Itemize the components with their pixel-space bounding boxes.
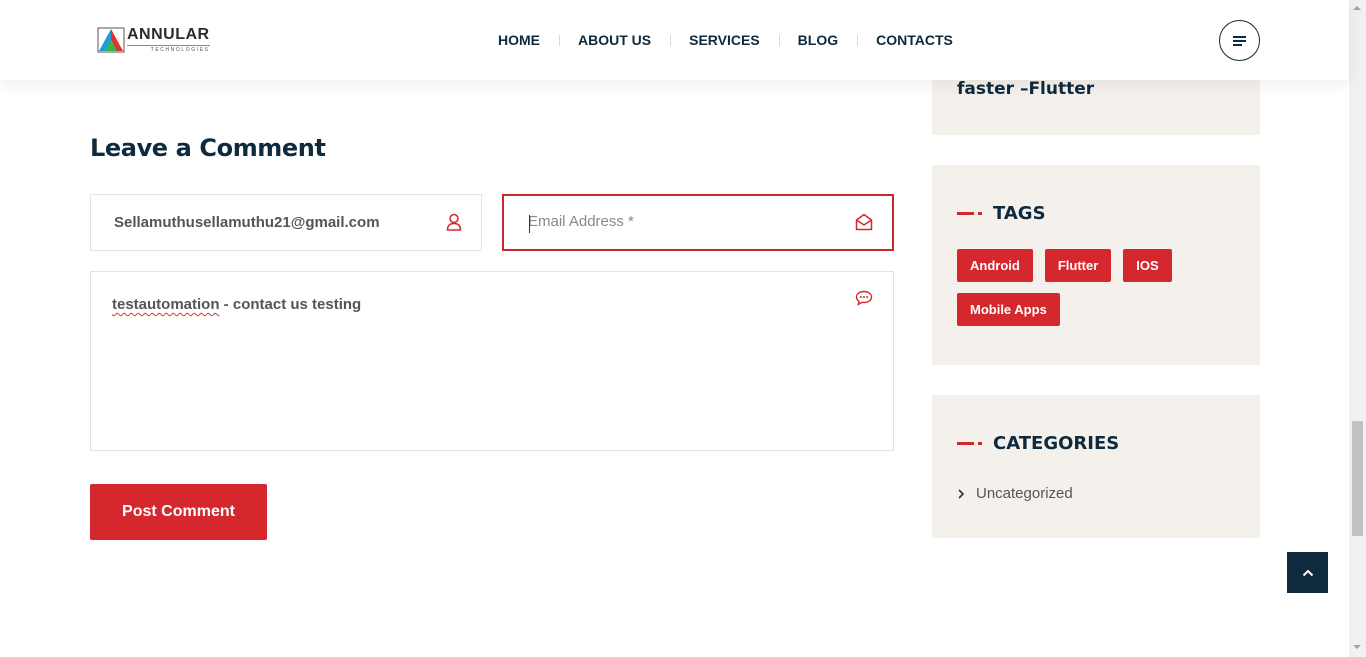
chevron-right-icon [958,488,965,499]
scroll-down-arrow-icon[interactable] [1353,645,1361,649]
categories-title-text: CATEGORIES [993,433,1120,454]
logo-subtitle: TECHNOLOGIES [127,45,210,53]
tags-widget: TAGS Android Flutter IOS Mobile Apps [932,165,1260,365]
logo-name: ANNULAR [127,26,210,43]
menu-button[interactable] [1219,20,1260,61]
tag-android[interactable]: Android [957,249,1033,282]
chevron-up-icon [1302,569,1313,576]
categories-title: CATEGORIES [957,433,1119,454]
title-dash-icon [957,442,982,445]
categories-widget: CATEGORIES Uncategorized [932,395,1260,538]
nav-home[interactable]: HOME [479,30,559,50]
page-scrollbar[interactable] [1349,0,1366,657]
message-textarea[interactable]: testautomation - contact us testing [112,296,361,313]
logo-icon [97,27,125,53]
hamburger-icon [1232,35,1246,46]
tag-flutter[interactable]: Flutter [1044,249,1112,282]
site-logo[interactable]: ANNULAR TECHNOLOGIES [97,26,210,54]
tag-mobile-apps[interactable]: Mobile Apps [957,293,1060,326]
category-label: Uncategorized [976,485,1073,502]
chat-bubble-icon [855,290,873,306]
nav-about-us[interactable]: ABOUT US [559,30,670,50]
email-input[interactable] [528,195,848,248]
category-item[interactable]: Uncategorized [957,485,1073,502]
name-field[interactable] [90,194,482,251]
message-field[interactable]: testautomation - contact us testing [90,271,894,451]
misspelled-word: testautomation [112,296,220,313]
tags-title: TAGS [957,203,1046,224]
email-field[interactable] [502,194,894,251]
nav-blog[interactable]: BLOG [778,30,857,50]
tag-list: Android Flutter IOS Mobile Apps [957,249,1247,326]
site-header: ANNULAR TECHNOLOGIES HOME ABOUT US SERVI… [0,0,1349,80]
nav-contacts[interactable]: CONTACTS [857,30,972,50]
leave-comment-title: Leave a Comment [90,134,326,162]
tags-title-text: TAGS [993,203,1046,224]
main-nav: HOME ABOUT US SERVICES BLOG CONTACTS [479,30,972,50]
post-comment-button[interactable]: Post Comment [90,484,267,540]
recent-post-link[interactable]: faster –Flutter [957,79,1094,99]
message-rest: - contact us testing [219,296,362,313]
nav-services[interactable]: SERVICES [670,30,779,50]
text-caret [529,215,530,233]
tag-ios[interactable]: IOS [1123,249,1172,282]
title-dash-icon [957,212,982,215]
envelope-open-icon [855,213,873,231]
user-icon [446,213,462,231]
scroll-to-top-button[interactable] [1287,552,1328,593]
name-input[interactable] [114,195,434,250]
scroll-up-arrow-icon[interactable] [1353,6,1361,10]
scrollbar-thumb[interactable] [1352,421,1363,536]
